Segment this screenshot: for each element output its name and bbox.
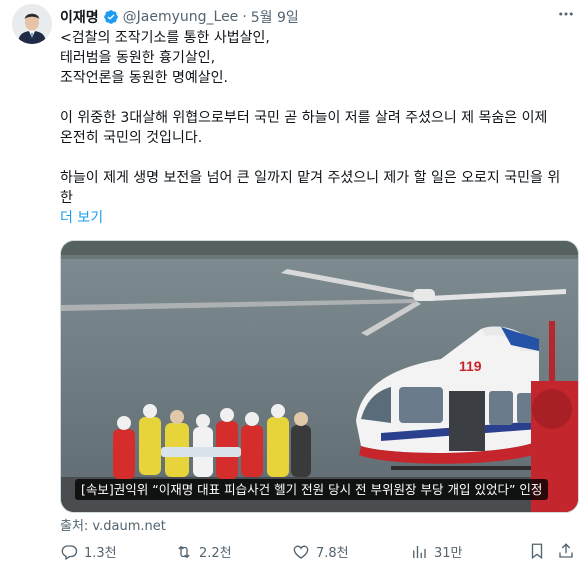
avatar-image (12, 4, 52, 44)
reply-button[interactable]: 1.3천 (60, 542, 117, 561)
tweet-line: 온전히 국민의 것입니다. (60, 130, 203, 146)
media-headline: [속보]권익위 “이재명 대표 피습사건 헬기 전원 당시 전 부위원장 부당 … (75, 479, 549, 500)
view-count: 31만 (434, 546, 463, 561)
verified-badge-icon (103, 9, 119, 25)
separator-dot: · (242, 9, 247, 25)
author-handle[interactable]: @Jaemyung_Lee (123, 9, 239, 25)
tweet-header: 이재명 @Jaemyung_Lee · 5월 9일 (60, 7, 567, 27)
bookmark-button[interactable] (528, 542, 546, 560)
tweet-line: 하늘이 제게 생명 보전을 넘어 큰 일까지 맡겨 주셨으니 제가 할 일은 오… (60, 170, 561, 186)
more-options-icon[interactable] (557, 5, 575, 27)
helicopter-photo: 119 (61, 241, 578, 512)
like-count: 7.8천 (316, 546, 349, 561)
link-source[interactable]: 출처: v.daum.net (60, 515, 166, 534)
like-button[interactable]: 7.8천 (292, 542, 349, 561)
media-card[interactable]: 119 [속보]권익위 “이재명 대표 피습사건 헬기 전원 당시 전 부위원장… (60, 240, 579, 513)
heart-icon (293, 545, 309, 559)
tweet-text: <검찰의 조작기소를 통한 사법살인, 테러범을 동원한 흉기살인, 조작언론을… (60, 28, 580, 208)
views-button[interactable]: 31만 (410, 542, 463, 561)
tweet-line: 테러범을 동원한 흉기살인, (60, 50, 216, 66)
avatar[interactable] (12, 4, 52, 44)
views-chart-icon (413, 545, 426, 558)
reply-count: 1.3천 (84, 546, 117, 561)
share-button[interactable] (557, 542, 575, 560)
retweet-icon (178, 545, 190, 558)
bookmark-icon (531, 543, 543, 560)
tweet-line: 조작언론을 동원한 명예살인. (60, 70, 228, 86)
show-more-link[interactable]: 더 보기 (60, 207, 103, 227)
retweet-button[interactable]: 2.2천 (175, 542, 232, 561)
reply-icon (61, 544, 78, 560)
action-bar: 1.3천 2.2천 7.8천 31만 (60, 542, 577, 564)
helicopter-number: 119 (459, 358, 482, 374)
share-icon (559, 543, 573, 558)
timestamp[interactable]: 5월 9일 (251, 7, 299, 27)
tweet-line: 한 (60, 190, 73, 206)
tweet-line: 이 위중한 3대살해 위협으로부터 국민 곧 하늘이 저를 살려 주셨으니 제 … (60, 110, 548, 126)
retweet-count: 2.2천 (199, 546, 232, 561)
tweet-line: <검찰의 조작기소를 통한 사법살인, (60, 30, 270, 46)
author-name[interactable]: 이재명 (60, 7, 99, 27)
